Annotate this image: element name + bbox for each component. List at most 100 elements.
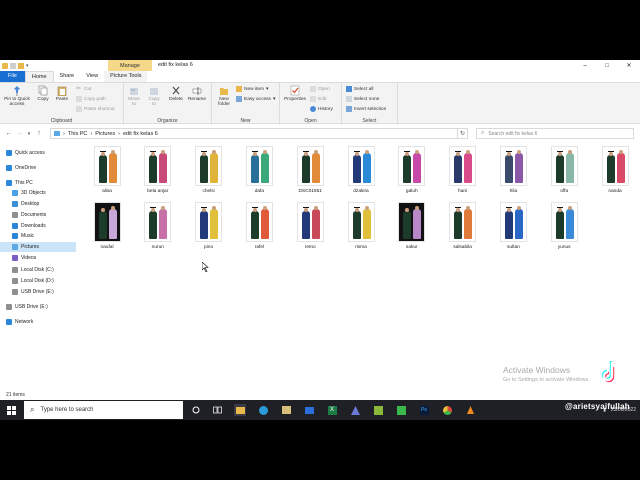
sidebar-item-usb-drive-e[interactable]: USB Drive (E:): [0, 302, 76, 312]
file-name: dafa: [254, 189, 265, 194]
new-folder-icon[interactable]: [18, 62, 24, 69]
window-controls: – □ ✕: [574, 60, 640, 71]
new-folder-button[interactable]: New folder: [215, 85, 233, 107]
sidebar-item-local-disk-d[interactable]: Local Disk (D:): [0, 276, 76, 286]
sidebar-item-music[interactable]: Music: [0, 231, 76, 241]
sidebar-item-onedrive[interactable]: OneDrive: [0, 163, 76, 173]
select-none-button[interactable]: Select none: [346, 96, 379, 102]
customize-toolbar-icon[interactable]: ▾: [26, 63, 29, 69]
back-button[interactable]: ←: [4, 130, 14, 137]
sidebar-item-network[interactable]: Network: [0, 317, 76, 327]
vlc-icon[interactable]: [464, 404, 476, 416]
breadcrumb-current-folder[interactable]: edit fix kelas 6: [123, 131, 158, 137]
up-button[interactable]: ↑: [34, 130, 44, 137]
tab-home[interactable]: Home: [24, 71, 54, 82]
person-head: [110, 150, 115, 154]
move-to-button[interactable]: Move to: [126, 85, 142, 107]
address-bar[interactable]: › This PC › Pictures › edit fix kelas 6 …: [50, 128, 468, 139]
sidebar-item-usb-drive-e[interactable]: USB Drive (E:): [0, 287, 76, 297]
green-app-icon[interactable]: [395, 404, 407, 416]
file-item[interactable]: bela anjar: [131, 146, 185, 202]
file-item[interactable]: dafa: [232, 146, 286, 202]
file-item[interactable]: galuh: [385, 146, 439, 202]
paste-button[interactable]: Paste: [55, 85, 69, 102]
forward-button[interactable]: →: [14, 130, 24, 137]
file-item[interactable]: risma: [334, 202, 388, 258]
select-group-label: Select: [362, 118, 377, 124]
file-item[interactable]: pino: [182, 202, 236, 258]
breadcrumb-pictures[interactable]: Pictures: [95, 131, 115, 137]
task-view-icon[interactable]: [211, 404, 223, 416]
pin-quick-access-button[interactable]: Pin to Quick access: [2, 85, 32, 107]
file-item[interactable]: retno: [283, 202, 337, 258]
easy-access-button[interactable]: Easy access ▾: [236, 96, 275, 102]
mail-icon[interactable]: [303, 404, 315, 416]
start-button[interactable]: [0, 400, 22, 420]
tab-file[interactable]: File: [0, 71, 25, 82]
tab-picture-tools[interactable]: Picture Tools: [104, 71, 148, 82]
close-button[interactable]: ✕: [618, 60, 640, 71]
minimize-button[interactable]: –: [574, 60, 596, 71]
file-item[interactable]: salsabila: [436, 202, 490, 258]
paste-shortcut-button[interactable]: Paste shortcut: [76, 106, 115, 112]
maximize-button[interactable]: □: [596, 60, 618, 71]
rename-button[interactable]: Rename: [188, 85, 206, 102]
file-item[interactable]: rafel: [232, 202, 286, 258]
file-item[interactable]: sakur: [385, 202, 439, 258]
excel-icon[interactable]: X: [326, 404, 338, 416]
properties-button[interactable]: Properties: [282, 85, 308, 102]
file-item[interactable]: DSC01561: [283, 146, 337, 202]
copy-to-button[interactable]: Copy to: [146, 85, 162, 107]
sidebar-item-this-pc[interactable]: This PC: [0, 178, 76, 188]
file-item[interactable]: nanda: [588, 146, 640, 202]
sidebar-item-documents[interactable]: Documents: [0, 210, 76, 220]
sidebar-item-local-disk-c[interactable]: Local Disk (C:): [0, 265, 76, 275]
app-triangle-icon[interactable]: [349, 404, 361, 416]
chrome-icon[interactable]: [441, 404, 453, 416]
taskbar-search[interactable]: ⌕ Type here to search: [24, 401, 183, 419]
edge-browser-icon[interactable]: [257, 404, 269, 416]
edit-button[interactable]: Edit: [310, 96, 326, 102]
file-item[interactable]: hani: [436, 146, 490, 202]
file-item[interactable]: yunus: [537, 202, 591, 258]
cortana-icon[interactable]: [190, 404, 202, 416]
sidebar-item-videos[interactable]: Videos: [0, 253, 76, 263]
clipboard-group: Pin to Quick access Copy Paste ✂ Cut Copy…: [0, 83, 124, 125]
clipboard-group-label: Clipboard: [50, 118, 73, 124]
open-button[interactable]: Open: [310, 86, 330, 92]
history-button[interactable]: History: [310, 106, 333, 112]
file-item[interactable]: sultan: [486, 202, 540, 258]
sidebar-item-pictures[interactable]: Pictures: [0, 242, 76, 252]
manage-contextual-tab[interactable]: Manage: [108, 60, 152, 71]
file-explorer-taskbar-icon[interactable]: [234, 404, 246, 416]
sidebar-item-desktop[interactable]: Desktop: [0, 199, 76, 209]
tab-share[interactable]: Share: [54, 71, 81, 82]
delete-label: Delete: [169, 97, 183, 102]
breadcrumb-this-pc[interactable]: This PC: [68, 131, 88, 137]
copy-button[interactable]: Copy: [36, 85, 50, 102]
select-all-button[interactable]: Select all: [346, 86, 373, 92]
file-item[interactable]: naufal: [80, 202, 134, 258]
microsoft-store-icon[interactable]: [280, 404, 292, 416]
tab-view[interactable]: View: [80, 71, 104, 82]
copy-path-button[interactable]: Copy path: [76, 96, 106, 102]
invert-selection-button[interactable]: Invert selection: [346, 106, 386, 112]
photoshop-icon[interactable]: Ps: [418, 404, 430, 416]
file-item[interactable]: alisa: [80, 146, 134, 202]
sidebar-item-quick-access[interactable]: Quick access: [0, 148, 76, 158]
properties-icon[interactable]: [10, 62, 16, 69]
recent-locations-button[interactable]: ▾: [24, 131, 34, 137]
file-item[interactable]: dzakira: [334, 146, 388, 202]
file-item[interactable]: nurun: [131, 202, 185, 258]
refresh-button[interactable]: ↻: [457, 129, 467, 138]
sidebar-item-downloads[interactable]: Downloads: [0, 221, 76, 231]
cut-button[interactable]: ✂ Cut: [76, 86, 91, 92]
sidebar-item-3d-objects[interactable]: 3D Objects: [0, 188, 76, 198]
search-box[interactable]: ⌕ Search edit fix kelas 6: [476, 128, 634, 139]
new-item-button[interactable]: New item ▾: [236, 86, 268, 92]
delete-button[interactable]: Delete: [168, 85, 184, 102]
file-item[interactable]: offa: [537, 146, 591, 202]
file-item[interactable]: chelsi: [182, 146, 236, 202]
winrar-icon[interactable]: [372, 404, 384, 416]
file-item[interactable]: hila: [486, 146, 540, 202]
